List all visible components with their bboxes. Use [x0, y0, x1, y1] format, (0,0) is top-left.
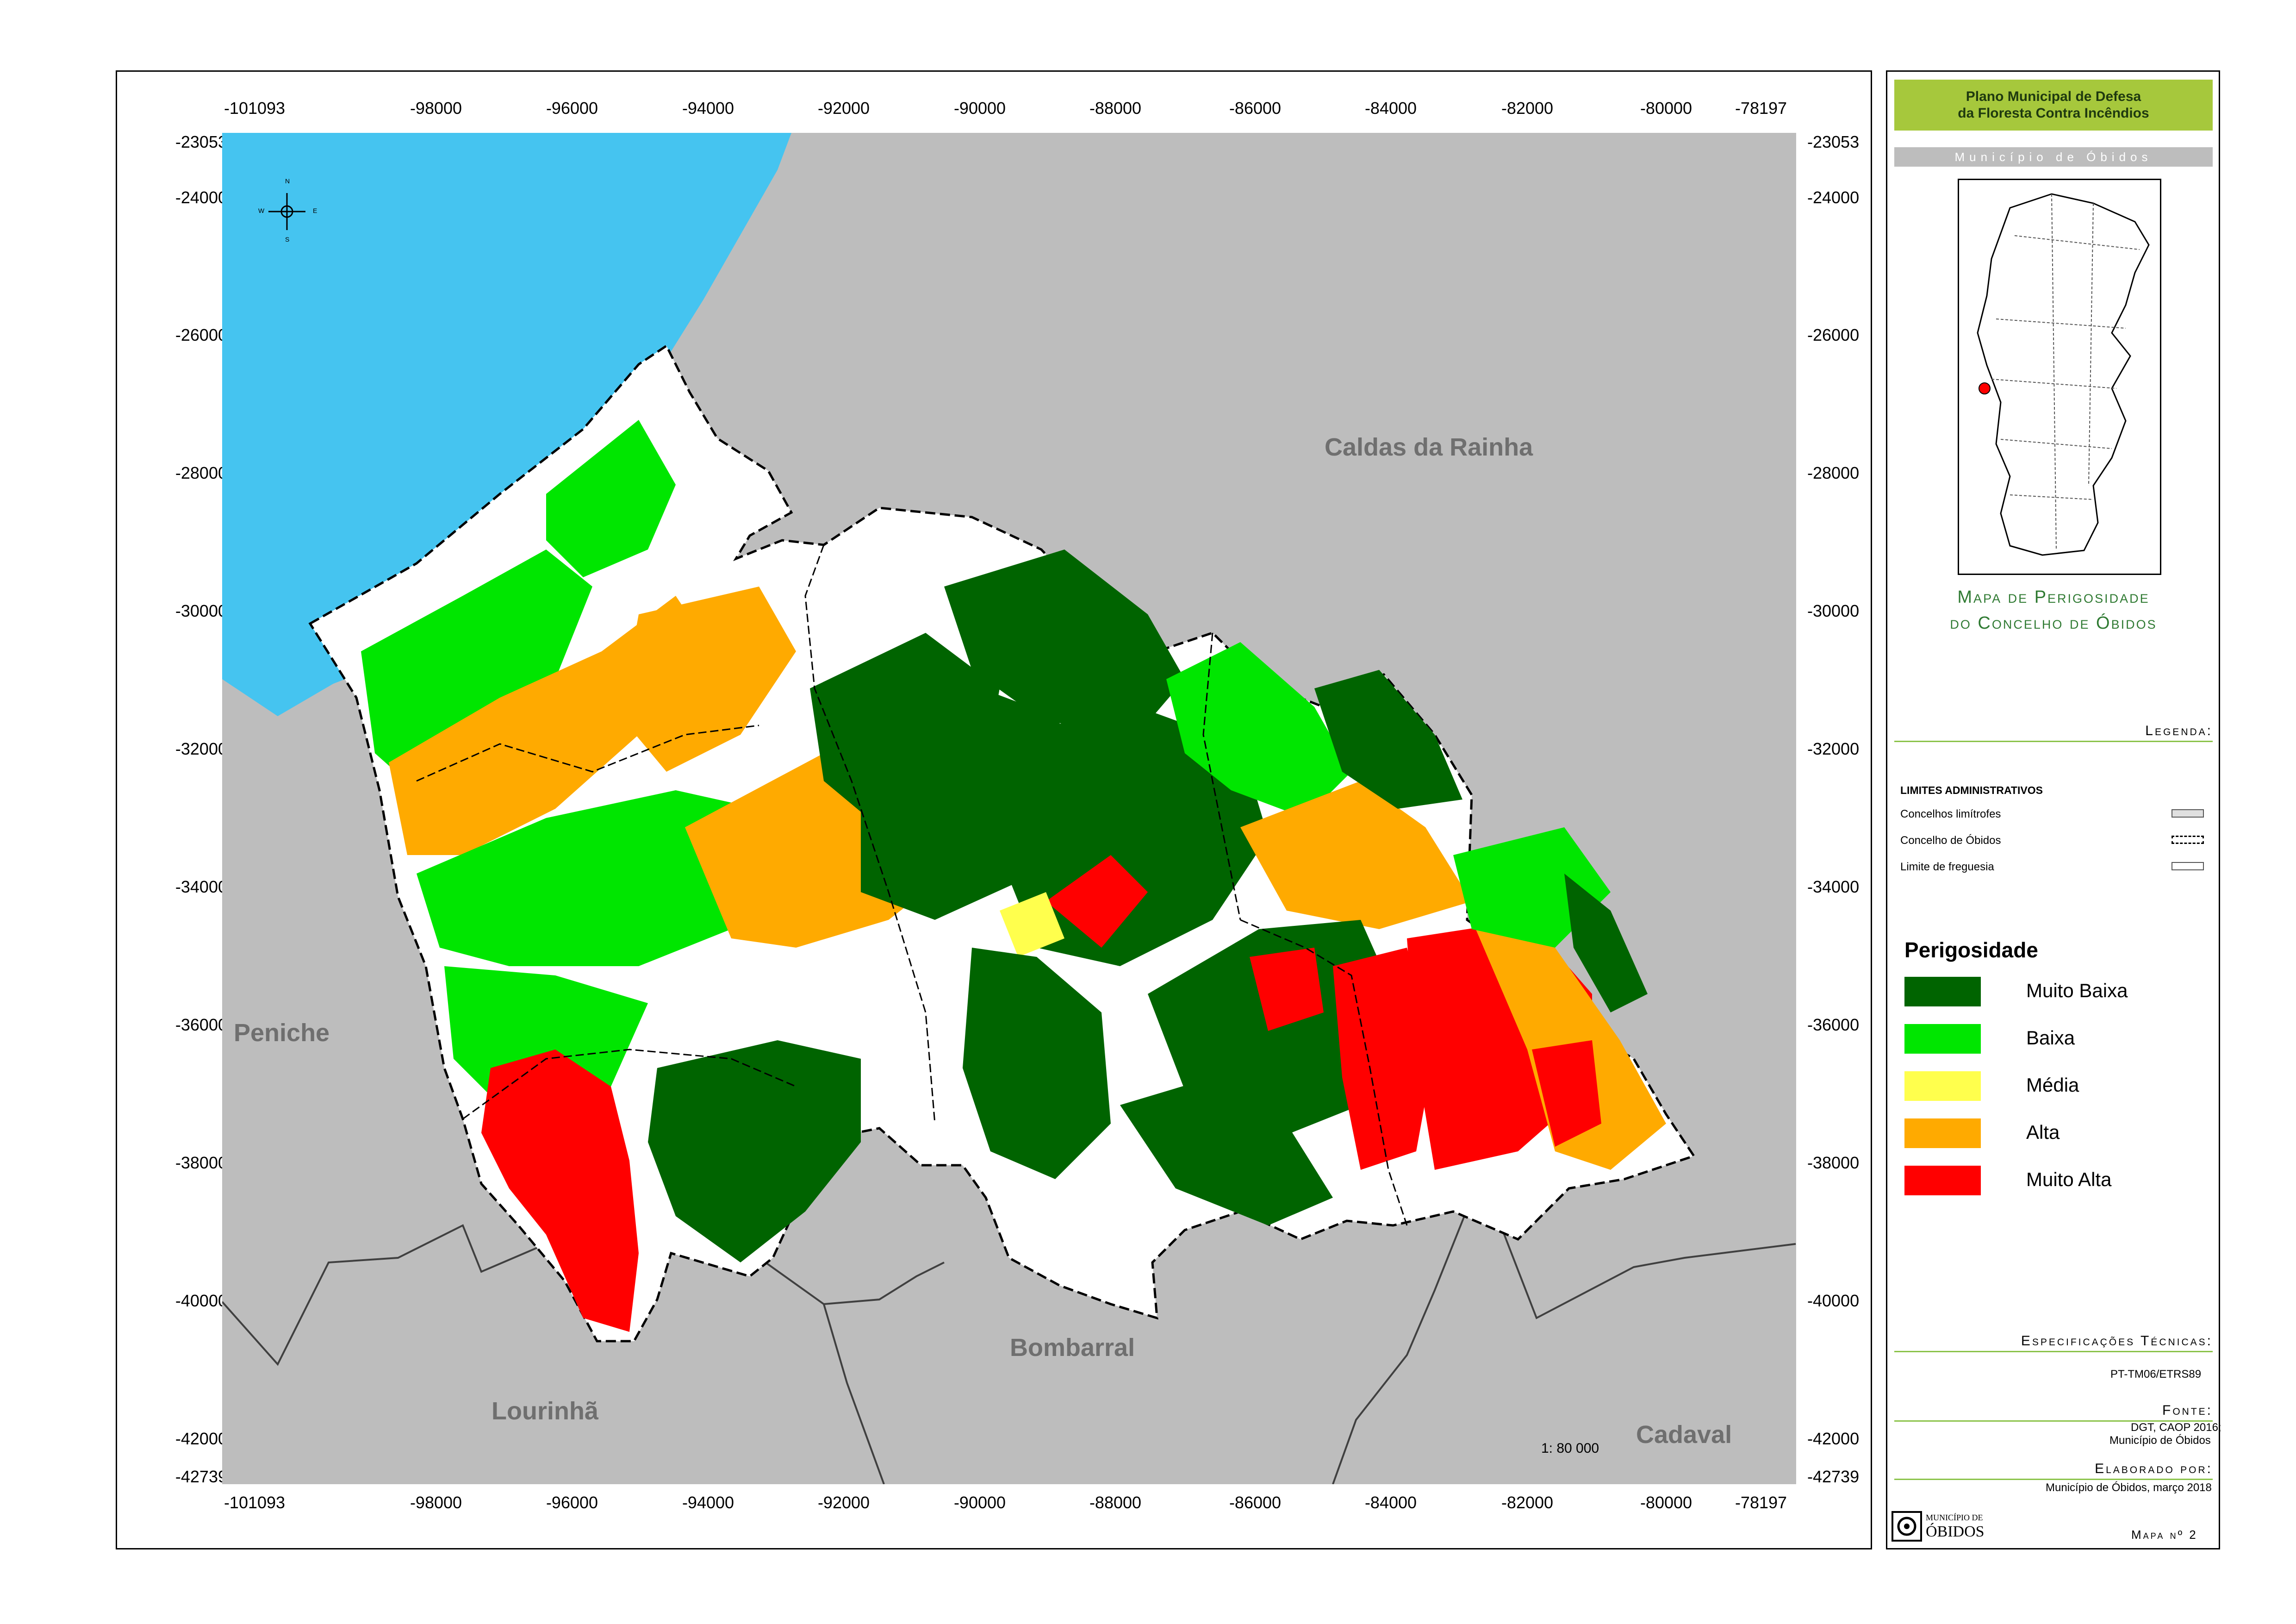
x-tick-top: -86000 — [1229, 99, 1282, 118]
place-caldas-da-rainha: Caldas da Rainha — [1325, 433, 1533, 461]
y-tick-left: -32000 — [175, 739, 227, 758]
y-tick-right: -42739 — [1807, 1467, 1860, 1486]
y-tick-left: -28000 — [175, 463, 227, 482]
portugal-inset-map — [1958, 179, 2161, 575]
place-bombarral: Bombarral — [1010, 1334, 1135, 1362]
source-line-1: DGT, CAOP 2016; — [2131, 1421, 2221, 1434]
class-label-muito-baixa: Muito Baixa — [2026, 980, 2128, 1001]
specs-projection: PT-TM06/ETRS89 — [2110, 1368, 2202, 1380]
y-tick-right: -23053 — [1807, 132, 1860, 151]
compass-e: E — [313, 207, 317, 214]
y-tick-left: -42000 — [175, 1429, 227, 1448]
limit-label-parish: Limite de freguesia — [1900, 861, 1994, 873]
y-tick-left: -24000 — [175, 188, 227, 207]
class-label-media: Média — [2026, 1074, 2079, 1096]
x-tick-top: -88000 — [1089, 99, 1142, 118]
x-tick-bottom: -84000 — [1364, 1493, 1417, 1512]
x-tick-top: -80000 — [1640, 99, 1692, 118]
y-tick-right: -34000 — [1807, 877, 1860, 896]
y-tick-right: -24000 — [1807, 188, 1860, 207]
swatch-baixa — [1904, 1024, 1981, 1054]
x-tick-top: -78197 — [1735, 99, 1787, 118]
x-tick-top: -96000 — [546, 99, 598, 118]
swatch-muito-alta — [1904, 1166, 1981, 1195]
x-tick-bottom: -82000 — [1501, 1493, 1554, 1512]
x-tick-bottom: -88000 — [1089, 1493, 1142, 1512]
obidos-logo: MUNICÍPIO DE ÓBIDOS — [1891, 1510, 2011, 1543]
limit-label-neighbors: Concelhos limítrofes — [1900, 808, 2001, 820]
obidos-seal-icon — [1892, 1511, 1922, 1542]
compass-n: N — [285, 177, 290, 185]
x-tick-top: -98000 — [410, 99, 462, 118]
place-cadaval: Cadaval — [1636, 1421, 1732, 1449]
map-canvas[interactable]: N S W E — [222, 133, 1796, 1484]
class-label-baixa: Baixa — [2026, 1027, 2075, 1049]
municipality-bar: Município de Óbidos — [1894, 147, 2213, 167]
hazard-map — [222, 133, 1796, 1484]
map-number: Mapa nº 2 — [2131, 1528, 2198, 1542]
class-label-muito-alta: Muito Alta — [2026, 1168, 2112, 1190]
y-tick-right: -42000 — [1807, 1429, 1860, 1448]
source-heading: Fonte: — [1894, 1403, 2213, 1422]
logo-top-text: MUNICÍPIO DE — [1926, 1513, 1983, 1522]
plan-title: Plano Municipal de Defesa da Floresta Co… — [1958, 89, 2149, 121]
place-lourinha: Lourinhã — [492, 1397, 598, 1425]
x-tick-bottom: -86000 — [1229, 1493, 1282, 1512]
swatch-muito-baixa — [1904, 977, 1981, 1006]
specs-heading: Especificações Técnicas: — [1894, 1333, 2213, 1352]
swatch-alta — [1904, 1118, 1981, 1148]
y-tick-left: -30000 — [175, 601, 227, 620]
swatch-media — [1904, 1071, 1981, 1101]
map-scale: 1: 80 000 — [1541, 1441, 1599, 1456]
y-tick-left: -40000 — [175, 1291, 227, 1310]
limit-symbol-parish — [2172, 862, 2204, 870]
limit-symbol-obidos — [2172, 836, 2204, 844]
x-tick-top: -94000 — [682, 99, 734, 118]
portugal-outline — [1977, 193, 2150, 556]
plan-title-box: Plano Municipal de Defesa da Floresta Co… — [1894, 80, 2213, 131]
hazard-legend-title: Perigosidade — [1904, 938, 2038, 962]
y-tick-left: -26000 — [175, 325, 227, 344]
made-by-text: Município de Óbidos, março 2018 — [2046, 1481, 2212, 1494]
x-tick-bottom: -90000 — [953, 1493, 1006, 1512]
legend-heading: Legenda: — [1894, 723, 2213, 742]
x-tick-top: -82000 — [1501, 99, 1554, 118]
x-tick-bottom: -101093 — [224, 1493, 286, 1512]
x-tick-bottom: -92000 — [817, 1493, 870, 1512]
y-tick-left: -36000 — [175, 1015, 227, 1034]
compass-w: W — [258, 207, 265, 214]
y-tick-right: -40000 — [1807, 1291, 1860, 1310]
y-tick-right: -30000 — [1807, 601, 1860, 620]
y-tick-left: -34000 — [175, 877, 227, 896]
y-tick-left: -38000 — [175, 1153, 227, 1172]
source-line-2: Município de Óbidos — [2109, 1434, 2211, 1447]
x-tick-bottom: -78197 — [1735, 1493, 1787, 1512]
y-tick-right: -28000 — [1807, 463, 1860, 482]
admin-limits-title: LIMITES ADMINISTRATIVOS — [1900, 784, 2043, 796]
x-tick-bottom: -96000 — [546, 1493, 598, 1512]
limit-label-obidos: Concelho de Óbidos — [1900, 834, 2001, 847]
x-tick-bottom: -94000 — [682, 1493, 734, 1512]
x-tick-top: -90000 — [953, 99, 1006, 118]
made-by-heading: Elaborado por: — [1894, 1461, 2213, 1480]
y-tick-right: -38000 — [1807, 1153, 1860, 1172]
map-title-line-2: do Concelho de Óbidos — [1950, 613, 2157, 633]
y-tick-right: -32000 — [1807, 739, 1860, 758]
y-tick-right: -36000 — [1807, 1015, 1860, 1034]
x-tick-top: -84000 — [1364, 99, 1417, 118]
x-tick-bottom: -98000 — [410, 1493, 462, 1512]
x-tick-top: -101093 — [224, 99, 286, 118]
y-tick-left: -42739 — [175, 1467, 227, 1486]
place-peniche: Peniche — [234, 1019, 330, 1047]
logo-bottom-text: ÓBIDOS — [1926, 1523, 1985, 1540]
x-tick-top: -92000 — [817, 99, 870, 118]
map-title: Mapa de Perigosidade do Concelho de Óbid… — [1894, 584, 2213, 636]
limit-symbol-neighbors — [2172, 809, 2204, 818]
x-tick-bottom: -80000 — [1640, 1493, 1692, 1512]
y-tick-left: -23053 — [175, 132, 227, 151]
class-label-alta: Alta — [2026, 1121, 2060, 1143]
y-tick-right: -26000 — [1807, 325, 1860, 344]
compass-s: S — [285, 236, 290, 243]
map-title-line-1: Mapa de Perigosidade — [1957, 587, 2150, 607]
